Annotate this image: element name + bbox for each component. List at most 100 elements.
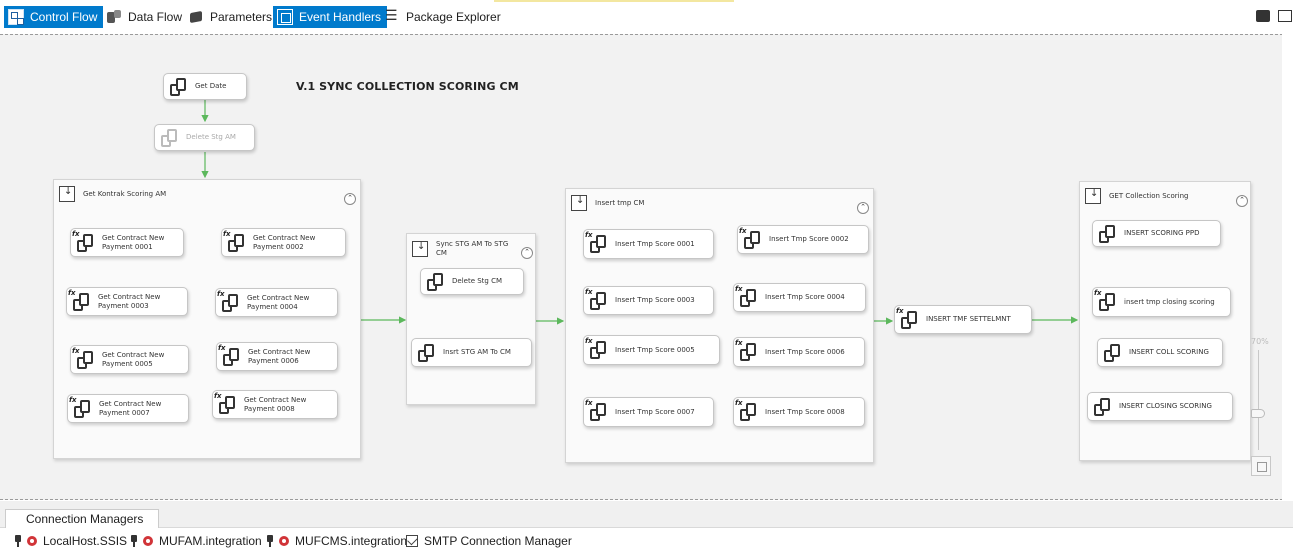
error-icon (27, 536, 37, 546)
task-insert-tmp-score-0008[interactable]: fx Insert Tmp Score 0008 (733, 397, 865, 427)
execute-sql-task-icon (426, 272, 446, 292)
task-label: INSERT COLL SCORING (1129, 348, 1209, 356)
task-insert-scoring-ppd[interactable]: INSERT SCORING PPD (1092, 220, 1221, 247)
connection-mufam-integration[interactable]: MUFAM.integration (129, 532, 262, 549)
task-label: Get Contract New Payment 0001 (102, 233, 165, 251)
task-label: Get Contract New Payment 0004 (247, 293, 310, 311)
task-get-date[interactable]: Get Date (163, 73, 247, 100)
connection-mufcms-integration[interactable]: MUFCMS.integration (265, 532, 407, 549)
script-task-icon: fx (1094, 289, 1118, 312)
script-task-icon: fx (585, 399, 609, 422)
execute-sql-task-icon (1103, 343, 1123, 363)
script-task-icon: fx (72, 230, 96, 253)
plug-icon (129, 534, 139, 548)
task-get-contract-new-payment-0003[interactable]: fx Get Contract New Payment 0003 (66, 287, 188, 316)
task-delete-stg-am[interactable]: Delete Stg AM (154, 124, 255, 151)
task-get-contract-new-payment-0002[interactable]: fx Get Contract New Payment 0002 (221, 228, 346, 257)
zoom-slider-track[interactable] (1258, 350, 1259, 450)
task-label: Get Contract New Payment 0007 (99, 399, 162, 417)
container-header: Get Kontrak Scoring AM (54, 180, 360, 208)
task-insrt-stg-am-to-cm[interactable]: Insrt STG AM To CM (411, 338, 532, 367)
collapse-icon[interactable]: ⌃ (344, 193, 356, 205)
task-label: Get Date (195, 82, 227, 90)
script-task-icon: fx (214, 392, 238, 415)
task-label: INSERT CLOSING SCORING (1119, 402, 1212, 410)
task-label: INSERT SCORING PPD (1124, 229, 1200, 237)
sequence-container-icon (412, 241, 428, 257)
task-label: Delete Stg AM (186, 133, 236, 141)
task-label: Insert Tmp Score 0008 (765, 407, 845, 416)
connection-smtp-connection-manager[interactable]: SMTP Connection Manager (406, 532, 572, 549)
script-task-icon: fx (217, 290, 241, 313)
task-label: Insert Tmp Score 0002 (769, 235, 849, 243)
script-task-icon: fx (585, 231, 609, 254)
task-insert-tmp-score-0005[interactable]: fx Insert Tmp Score 0005 (583, 335, 720, 365)
collapse-icon[interactable]: ⌃ (857, 202, 869, 214)
task-get-contract-new-payment-0004[interactable]: fx Get Contract New Payment 0004 (215, 288, 338, 317)
script-task-icon: fx (223, 230, 247, 253)
script-task-icon: fx (735, 339, 759, 362)
script-task-icon: fx (69, 396, 93, 419)
task-get-contract-new-payment-0005[interactable]: fx Get Contract New Payment 0005 (70, 345, 189, 374)
execute-sql-task-icon (160, 128, 180, 148)
task-insert-closing-scoring[interactable]: INSERT CLOSING SCORING (1087, 392, 1233, 421)
plug-icon (265, 534, 275, 548)
task-label: Get Contract New Payment 0006 (248, 347, 311, 365)
task-label: INSERT TMF SETTELMNT (926, 315, 1011, 323)
script-task-icon: fx (585, 288, 609, 311)
script-task-icon: fx (585, 337, 609, 360)
sequence-container-icon (1085, 188, 1101, 204)
task-get-contract-new-payment-0008[interactable]: fx Get Contract New Payment 0008 (212, 390, 338, 419)
execute-sql-task-icon (169, 77, 189, 97)
task-label: Get Contract New Payment 0008 (244, 395, 307, 413)
task-insert-tmp-closing-scoring[interactable]: fx insert tmp closing scoring (1092, 287, 1231, 317)
connection-label: MUFAM.integration (159, 534, 262, 548)
task-label: Get Contract New Payment 0003 (98, 292, 161, 310)
task-get-contract-new-payment-0007[interactable]: fx Get Contract New Payment 0007 (67, 394, 189, 423)
script-task-icon: fx (72, 347, 96, 370)
execute-sql-task-icon (417, 343, 437, 363)
script-task-icon: fx (735, 399, 759, 422)
task-get-contract-new-payment-0001[interactable]: fx Get Contract New Payment 0001 (70, 228, 184, 257)
connection-label: MUFCMS.integration (295, 534, 408, 548)
zoom-to-fit-button[interactable] (1251, 456, 1271, 476)
connection-managers-tab-strip: Connection Managers (0, 501, 1293, 528)
task-label: Insert Tmp Score 0007 (615, 407, 695, 416)
task-insert-tmf-settelmnt[interactable]: fx INSERT TMF SETTELMNT (894, 305, 1032, 334)
script-task-icon: fx (735, 285, 759, 308)
connection-label: SMTP Connection Manager (424, 534, 572, 548)
container-title: Sync STG AM To STG CM (436, 240, 509, 257)
connection-label: LocalHost.SSIS (43, 534, 128, 548)
task-insert-tmp-score-0003[interactable]: fx Insert Tmp Score 0003 (583, 286, 714, 315)
tab-connection-managers[interactable]: Connection Managers (5, 509, 159, 528)
task-insert-tmp-score-0002[interactable]: fx Insert Tmp Score 0002 (737, 225, 869, 254)
connection-localhost-ssis[interactable]: LocalHost.SSIS (13, 532, 127, 549)
container-header: Insert tmp CM (566, 189, 873, 217)
container-header: Sync STG AM To STG CM (407, 234, 535, 264)
container-header: GET Collection Scoring (1080, 182, 1250, 210)
task-insert-coll-scoring[interactable]: INSERT COLL SCORING (1097, 338, 1223, 367)
execute-sql-task-icon (1093, 397, 1113, 417)
task-label: Get Contract New Payment 0002 (253, 233, 316, 251)
task-label: Insert Tmp Score 0005 (615, 345, 695, 354)
task-insert-tmp-score-0007[interactable]: fx Insert Tmp Score 0007 (583, 397, 714, 427)
task-label: Insert Tmp Score 0004 (765, 293, 845, 301)
script-task-icon: fx (68, 289, 92, 312)
script-task-icon: fx (218, 344, 242, 367)
task-insert-tmp-score-0004[interactable]: fx Insert Tmp Score 0004 (733, 283, 866, 312)
task-get-contract-new-payment-0006[interactable]: fx Get Contract New Payment 0006 (216, 342, 338, 371)
smtp-icon (406, 535, 418, 547)
collapse-icon[interactable]: ⌃ (521, 247, 533, 259)
task-label: Delete Stg CM (452, 277, 503, 285)
zoom-slider-thumb[interactable] (1251, 409, 1265, 418)
collapse-icon[interactable]: ⌃ (1236, 195, 1248, 207)
script-task-icon: fx (739, 227, 763, 250)
sequence-container-icon (571, 195, 587, 211)
task-insert-tmp-score-0001[interactable]: fx Insert Tmp Score 0001 (583, 229, 714, 259)
container-sync-stg-am-to-stg-cm[interactable]: Sync STG AM To STG CM ⌃ (406, 233, 536, 405)
container-title: Get Kontrak Scoring AM (83, 189, 167, 198)
task-insert-tmp-score-0006[interactable]: fx Insert Tmp Score 0006 (733, 337, 865, 367)
connection-managers-pane: Connection Managers LocalHost.SSIS MUFAM… (0, 501, 1293, 549)
task-delete-stg-cm[interactable]: Delete Stg CM (420, 268, 524, 295)
task-label: Insert Tmp Score 0006 (765, 347, 845, 356)
